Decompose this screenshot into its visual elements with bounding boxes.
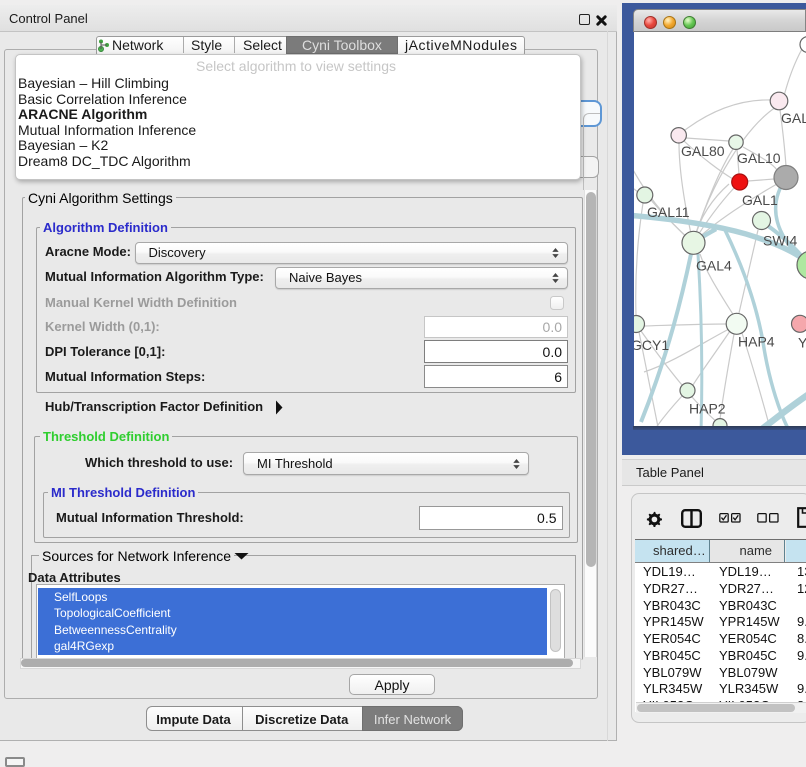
svg-text:GAL7: GAL7: [781, 110, 806, 126]
svg-text:GAL4: GAL4: [696, 257, 732, 273]
svg-text:GAL1: GAL1: [742, 192, 778, 208]
svg-text:GAL10: GAL10: [737, 150, 781, 166]
svg-text:GCY1: GCY1: [634, 337, 669, 353]
svg-text:GAL11: GAL11: [647, 204, 690, 220]
svg-text:Y: Y: [798, 334, 806, 350]
svg-text:SWI4: SWI4: [763, 232, 797, 248]
svg-text:GAL80: GAL80: [681, 143, 725, 159]
svg-text:HAP2: HAP2: [689, 400, 726, 416]
svg-text:HAP4: HAP4: [738, 333, 775, 349]
